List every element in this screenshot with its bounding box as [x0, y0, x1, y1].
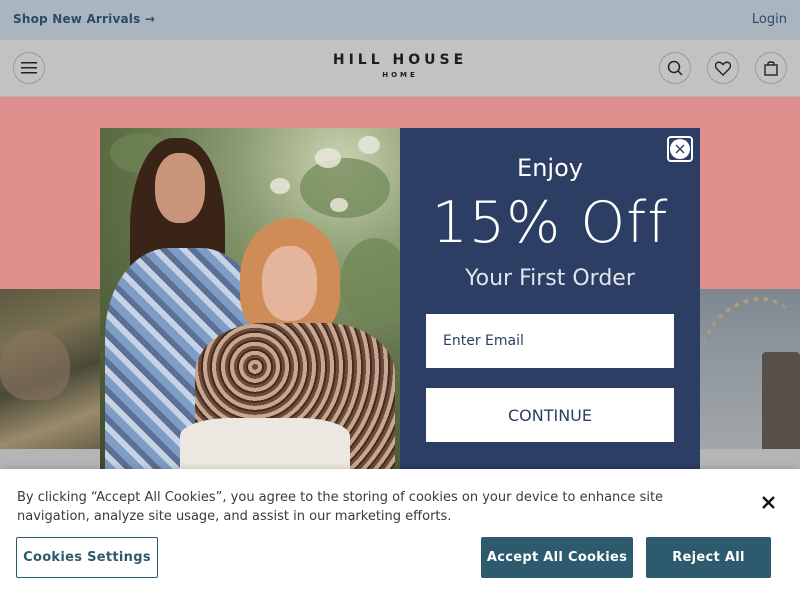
modal-headline: Enjoy: [517, 154, 583, 182]
search-icon: [667, 60, 683, 76]
heart-icon: [715, 61, 731, 76]
modal-discount: 15% Off: [431, 190, 669, 256]
reject-all-button[interactable]: Reject All: [646, 537, 771, 578]
cookie-banner: By clicking “Accept All Cookies”, you ag…: [0, 469, 800, 600]
modal-subhead: Your First Order: [465, 266, 635, 291]
site-logo[interactable]: HILL HOUSE HOME: [300, 52, 500, 79]
accept-all-cookies-button[interactable]: Accept All Cookies: [481, 537, 633, 578]
promo-bar: Shop New Arrivals → Login: [0, 0, 800, 40]
cookie-notice-text: By clicking “Accept All Cookies”, you ag…: [17, 490, 664, 524]
bag-icon: [764, 61, 778, 76]
logo-sub-text: HOME: [382, 71, 418, 79]
cookie-close-button[interactable]: [757, 491, 779, 513]
background-photo-detail: [0, 330, 70, 400]
modal-photo: [100, 128, 400, 469]
menu-icon: [21, 62, 37, 74]
wishlist-button[interactable]: [707, 52, 739, 84]
modal-panel: Enjoy 15% Off Your First Order CONTINUE: [400, 128, 700, 469]
search-button[interactable]: [659, 52, 691, 84]
close-icon: [761, 495, 775, 509]
cart-button[interactable]: [755, 52, 787, 84]
menu-button[interactable]: [13, 52, 45, 84]
cookies-settings-button[interactable]: Cookies Settings: [16, 537, 158, 578]
background-post: [762, 352, 800, 449]
email-signup-modal: Enjoy 15% Off Your First Order CONTINUE: [100, 128, 700, 469]
site-header: HILL HOUSE HOME: [0, 40, 800, 97]
shop-new-arrivals-link[interactable]: Shop New Arrivals →: [13, 12, 155, 26]
logo-main-text: HILL HOUSE: [332, 52, 468, 68]
close-icon: [675, 144, 685, 154]
login-link[interactable]: Login: [752, 12, 787, 27]
email-input[interactable]: [426, 314, 674, 368]
continue-button[interactable]: CONTINUE: [426, 388, 674, 442]
